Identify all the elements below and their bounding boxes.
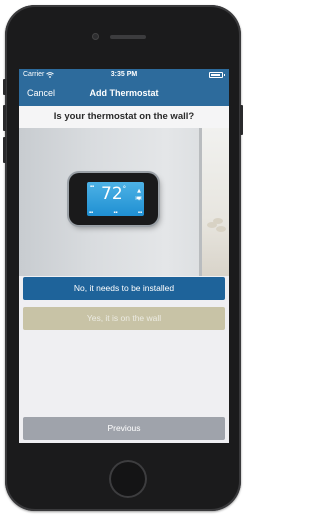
silent-switch [3, 79, 6, 95]
question-heading: Is your thermostat on the wall? [19, 106, 229, 128]
app-screen: Carrier 3:35 PM Cancel Add Thermostat Is… [19, 69, 229, 443]
on-wall-button[interactable]: Yes, it is on the wall [23, 307, 225, 330]
power-button [240, 105, 243, 135]
status-time: 3:35 PM [110, 71, 138, 78]
volume-down-button [3, 137, 6, 163]
battery-icon [209, 72, 225, 78]
thermostat-image: ▪▪ 72° ▲ ▼ ▪▪ ▪▪ ▪▪ ▪▪ [19, 128, 229, 276]
display-temperature: 72° [101, 184, 127, 204]
app-header: Carrier 3:35 PM Cancel Add Thermostat [19, 69, 229, 106]
previous-button[interactable]: Previous [23, 417, 225, 440]
home-button[interactable] [109, 460, 147, 498]
display-status: ▪▪ [90, 184, 95, 188]
status-bar: Carrier 3:35 PM [19, 69, 229, 81]
decor-plant [207, 218, 227, 248]
thermostat-device: ▪▪ 72° ▲ ▼ ▪▪ ▪▪ ▪▪ ▪▪ [69, 173, 158, 225]
needs-install-button[interactable]: No, it needs to be installed [23, 277, 225, 300]
front-camera [92, 33, 99, 40]
earpiece-speaker [110, 35, 146, 39]
nav-bar: Cancel Add Thermostat [19, 81, 229, 106]
page-title: Add Thermostat [89, 88, 159, 98]
thermostat-screen: ▪▪ 72° ▲ ▼ ▪▪ ▪▪ ▪▪ ▪▪ [87, 182, 144, 216]
display-setpoint: ▪▪ [135, 196, 142, 200]
display-arrows: ▲ ▼ [137, 188, 141, 202]
volume-up-button [3, 105, 6, 131]
room-background [199, 128, 229, 276]
display-footer: ▪▪ ▪▪ ▪▪ [89, 210, 142, 214]
